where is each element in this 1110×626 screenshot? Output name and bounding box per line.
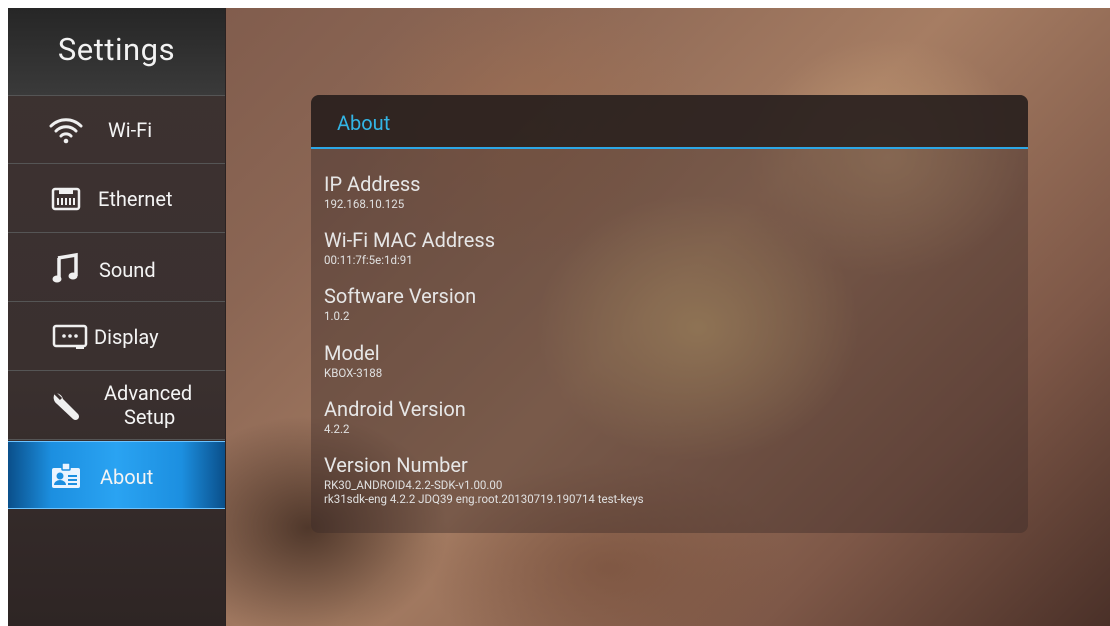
sidebar-item-sound[interactable]: Sound xyxy=(8,234,225,302)
sidebar-item-label: About xyxy=(100,465,154,489)
row-value: 00:11:7f:5e:1d:91 xyxy=(324,253,413,267)
row-title: IP Address xyxy=(324,172,421,196)
panel-header: About xyxy=(311,95,1028,149)
panel-title: About xyxy=(337,111,391,135)
sidebar-item-display[interactable]: Display xyxy=(8,303,225,371)
info-row-wifi-mac: Wi-Fi MAC Address 00:11:7f:5e:1d:91 xyxy=(324,228,495,267)
row-title: Android Version xyxy=(324,397,466,421)
music-note-icon xyxy=(48,250,84,286)
row-title: Version Number xyxy=(324,453,468,477)
wifi-icon xyxy=(48,112,84,148)
sidebar-header: Settings xyxy=(8,8,225,96)
sidebar-item-advanced-setup[interactable]: Advanced Setup xyxy=(8,372,225,440)
row-title: Software Version xyxy=(324,284,477,308)
info-row-version-number: Version Number RK30_ANDROID4.2.2-SDK-v1.… xyxy=(324,453,644,506)
id-badge-icon xyxy=(48,458,84,494)
row-title: Wi-Fi MAC Address xyxy=(324,228,496,252)
row-value: 192.168.10.125 xyxy=(324,197,405,211)
row-value: RK30_ANDROID4.2.2-SDK-v1.00.00 xyxy=(324,478,503,492)
sidebar-item-label-line2: Setup xyxy=(124,405,176,429)
info-row-software-version: Software Version 1.0.2 xyxy=(324,284,476,323)
row-value: 4.2.2 xyxy=(324,422,350,436)
row-title: Model xyxy=(324,341,380,365)
display-icon xyxy=(52,319,88,355)
sidebar-title: Settings xyxy=(57,31,176,68)
sidebar-item-label: Wi-Fi xyxy=(108,118,153,142)
row-value-secondary: rk31sdk-eng 4.2.2 JDQ39 eng.root.2013071… xyxy=(324,492,644,506)
row-value: KBOX-3188 xyxy=(324,366,383,380)
sidebar-item-ethernet[interactable]: Ethernet xyxy=(8,165,225,233)
info-row-model: Model KBOX-3188 xyxy=(324,341,382,380)
settings-screen: Settings Wi-Fi Ethernet Sound Display Ad… xyxy=(8,8,1110,626)
sidebar-item-about[interactable]: About xyxy=(8,441,225,509)
sidebar-item-label: Sound xyxy=(99,258,156,282)
row-value: 1.0.2 xyxy=(324,309,350,323)
info-row-ip-address: IP Address 192.168.10.125 xyxy=(324,172,420,211)
wrench-icon xyxy=(48,388,84,424)
sidebar-item-label-line1: Advanced xyxy=(104,381,193,405)
sidebar-item-label: Display xyxy=(94,325,159,349)
sidebar-item-wifi[interactable]: Wi-Fi xyxy=(8,96,225,164)
sidebar: Settings Wi-Fi Ethernet Sound Display Ad… xyxy=(8,8,226,626)
ethernet-icon xyxy=(48,181,84,217)
sidebar-item-label: Ethernet xyxy=(98,187,173,211)
info-row-android-version: Android Version 4.2.2 xyxy=(324,397,466,436)
about-panel: About IP Address 192.168.10.125 Wi-Fi MA… xyxy=(311,95,1028,533)
